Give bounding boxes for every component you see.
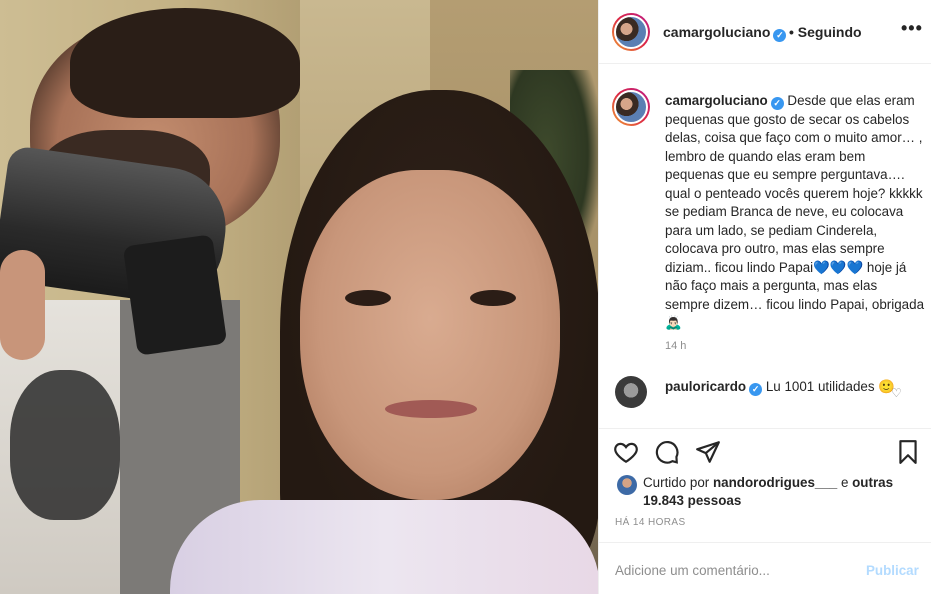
- liker-avatar[interactable]: [617, 475, 637, 495]
- likes-middle: e: [837, 475, 853, 490]
- liker-username[interactable]: nandorodrigues___: [713, 475, 837, 490]
- post-date[interactable]: HÁ 14 HORAS: [615, 517, 686, 528]
- likes-text: Curtido por nandorodrigues___ e outras 1…: [643, 474, 913, 510]
- photo-shirt-print: [10, 370, 120, 520]
- photo-mouth: [385, 400, 477, 418]
- photo-hair-dryer-nozzle: [122, 234, 228, 356]
- publish-button[interactable]: Publicar: [866, 563, 919, 578]
- verified-icon: ✓: [773, 29, 787, 42]
- more-options-icon[interactable]: •••: [901, 18, 923, 39]
- author-username[interactable]: camargoluciano ✓: [663, 24, 787, 42]
- caption-author-avatar[interactable]: [612, 88, 650, 126]
- likes-prefix: Curtido por: [643, 475, 713, 490]
- caption-username[interactable]: camargoluciano: [665, 93, 768, 108]
- comment-icon[interactable]: [654, 439, 682, 467]
- post-photo[interactable]: [0, 0, 598, 594]
- photo-eye-left: [345, 290, 391, 306]
- comment-input[interactable]: Adicione um comentário...: [615, 563, 770, 578]
- commenter-verified-icon: ✓: [749, 383, 763, 396]
- comment-item: pauloricardo ✓ Lu 1001 utilidades 🙂 ♡: [599, 370, 931, 430]
- bow-emoji: 🙇🏻‍♂️: [665, 315, 682, 330]
- author-username-text[interactable]: camargoluciano: [663, 24, 770, 40]
- photo-eye-right: [470, 290, 516, 306]
- post-header: camargoluciano ✓ • Seguindo •••: [599, 0, 931, 64]
- photo-man-hair: [70, 8, 300, 118]
- caption-body-1: Desde que elas eram pequenas que gosto d…: [665, 93, 923, 275]
- heart-icon[interactable]: [613, 439, 641, 467]
- commenter-username[interactable]: pauloricardo: [665, 379, 746, 394]
- photo-girl-face: [300, 170, 560, 500]
- action-bar: [599, 428, 931, 478]
- comment-text: pauloricardo ✓ Lu 1001 utilidades 🙂: [665, 378, 895, 396]
- following-button[interactable]: • Seguindo: [789, 24, 862, 40]
- photo-sweater: [170, 500, 598, 594]
- comment-body: Lu 1001 utilidades: [762, 379, 875, 394]
- photo-hand: [0, 250, 45, 360]
- author-avatar[interactable]: [612, 13, 650, 51]
- blue-hearts-emoji: 💙💙💙: [813, 259, 864, 275]
- bookmark-icon[interactable]: [895, 439, 923, 467]
- post-side-panel: camargoluciano ✓ • Seguindo ••• camargolu…: [598, 0, 931, 594]
- caption-text: camargoluciano ✓ Desde que elas eram pequ…: [665, 92, 925, 333]
- share-icon[interactable]: [695, 439, 723, 467]
- caption-timestamp[interactable]: 14 h: [665, 340, 686, 352]
- comment-like-heart-icon[interactable]: ♡: [891, 386, 902, 400]
- caption-verified-icon: ✓: [770, 97, 784, 110]
- add-comment-bar: Adicione um comentário... Publicar: [599, 542, 931, 594]
- commenter-avatar[interactable]: [615, 376, 647, 408]
